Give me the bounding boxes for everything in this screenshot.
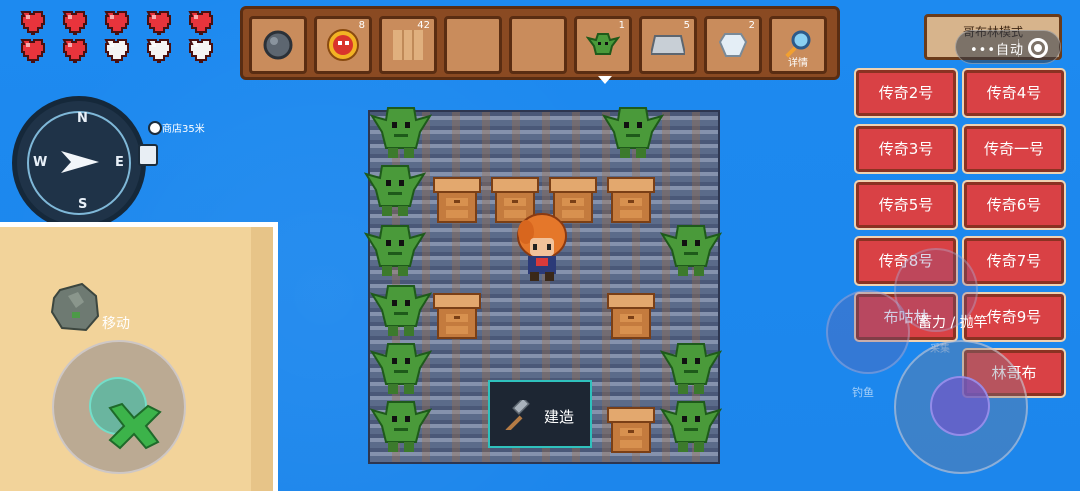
slot-count: 42: [417, 20, 430, 31]
goblin-npc[interactable]: [370, 334, 432, 396]
crafting-table[interactable]: [606, 404, 656, 456]
legend-button-l7[interactable]: 传奇7号: [962, 236, 1066, 286]
slot-label: 详情: [788, 58, 808, 69]
legend-button-l1[interactable]: 传奇一号: [962, 124, 1066, 174]
demon-shield-icon: [327, 29, 359, 61]
hammer-icon: [505, 400, 530, 430]
slot-count: 8: [358, 20, 365, 31]
capsule-label: •••自动: [970, 43, 1025, 58]
hotbar-slot[interactable]: 8: [314, 16, 372, 74]
heart-icon: [102, 8, 136, 36]
shop-distance-label: 商店35米: [162, 124, 205, 135]
compass-toggle-button[interactable]: [138, 144, 158, 166]
hotbar-slot[interactable]: 5: [639, 16, 697, 74]
shop-marker-icon: [148, 121, 162, 135]
crafting-table[interactable]: [606, 174, 656, 226]
goblin-npc[interactable]: [660, 334, 722, 396]
auto-capsule[interactable]: •••自动: [955, 30, 1061, 64]
heart-icon: [18, 8, 52, 36]
hotbar-slot-empty[interactable]: [444, 16, 502, 74]
goblin-npc[interactable]: [370, 392, 432, 454]
legend-button-l2[interactable]: 传奇2号: [854, 68, 958, 118]
goblin-npc[interactable]: [660, 392, 722, 454]
slot-count: 1: [618, 20, 625, 31]
health-bar: [18, 8, 228, 70]
heart-icon: [18, 36, 52, 64]
move-label: 移动: [102, 316, 130, 332]
hotbar-slot[interactable]: 2: [704, 16, 762, 74]
goblin-npc[interactable]: [660, 216, 722, 278]
goblin-npc[interactable]: [364, 216, 426, 278]
crafting-table[interactable]: [606, 290, 656, 342]
compass-needle-icon: [61, 151, 99, 173]
inventory-hotbar: 8 42 1 5 2 详情: [240, 6, 840, 80]
legend-button-l5[interactable]: 传奇5号: [854, 180, 958, 230]
goblin-icon: [586, 33, 620, 55]
fish-label: 钓鱼: [852, 386, 874, 399]
slot-count: 2: [748, 20, 755, 31]
compass: N S E W: [12, 96, 146, 230]
heart-icon: [144, 8, 178, 36]
crafting-table[interactable]: [432, 174, 482, 226]
compass-south: S: [78, 197, 88, 212]
hotbar-slot[interactable]: [249, 16, 307, 74]
heart-icon: [60, 36, 94, 64]
wood-plank-icon: [393, 30, 423, 60]
target-icon[interactable]: [1028, 38, 1048, 58]
mossy-rock-icon[interactable]: [50, 282, 100, 332]
goblin-npc[interactable]: [602, 98, 664, 160]
crystal-gem-icon: [718, 33, 748, 57]
hotbar-slot[interactable]: 详情: [769, 16, 827, 74]
capsule-separator: [1018, 39, 1019, 57]
build-button[interactable]: 建造: [488, 380, 592, 448]
compass-east: E: [115, 155, 124, 170]
heart-icon: [186, 36, 220, 64]
compass-north: N: [77, 111, 88, 126]
goblin-npc[interactable]: [370, 276, 432, 338]
hotbar-slot-empty[interactable]: [509, 16, 567, 74]
player-character: [517, 213, 567, 281]
build-label: 建造: [544, 408, 575, 426]
hotbar-slot[interactable]: 42: [379, 16, 437, 74]
heart-icon: [60, 8, 94, 36]
legend-button-l3[interactable]: 传奇3号: [854, 124, 958, 174]
crafting-table[interactable]: [432, 290, 482, 342]
compass-west: W: [33, 155, 48, 170]
legend-button-l4[interactable]: 传奇4号: [962, 68, 1066, 118]
sand-shadow: [251, 227, 273, 491]
player-minimap-icon: [108, 402, 162, 450]
goblin-npc[interactable]: [370, 98, 432, 160]
heart-icon: [186, 8, 220, 36]
action-joystick-knob[interactable]: [930, 376, 990, 436]
hotbar-expand-icon[interactable]: [598, 76, 612, 84]
stone-ore-icon: [263, 30, 293, 60]
power-cast-label: 蓄力 / 抛竿: [918, 315, 988, 331]
heart-icon: [144, 36, 178, 64]
slot-count: 5: [683, 20, 690, 31]
legend-button-l6[interactable]: 传奇6号: [962, 180, 1066, 230]
hotbar-slot[interactable]: 1: [574, 16, 632, 74]
iron-ingot-icon: [651, 35, 685, 55]
goblin-npc[interactable]: [364, 156, 426, 218]
heart-icon: [102, 36, 136, 64]
